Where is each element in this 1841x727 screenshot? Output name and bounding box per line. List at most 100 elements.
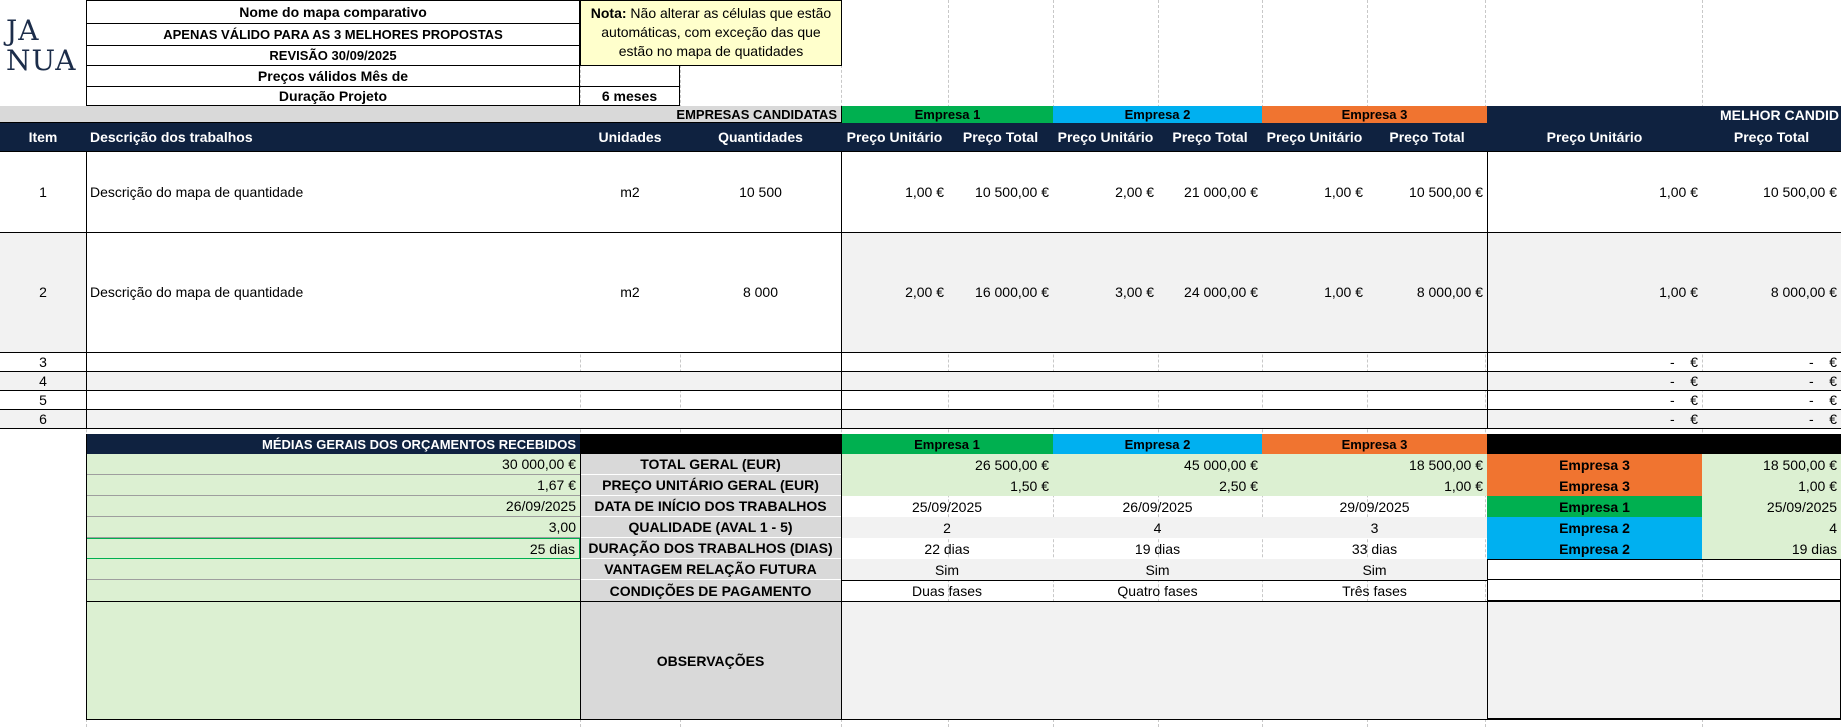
best-quality-value: 4 <box>1702 517 1841 538</box>
observations-best-area[interactable] <box>1487 601 1841 719</box>
c2-quality[interactable]: 4 <box>1053 517 1262 538</box>
best-quality-company: Empresa 2 <box>1487 517 1702 538</box>
prices-valid-label: Preços válidos Mês de <box>86 66 580 87</box>
observations-label: OBSERVAÇÕES <box>580 601 841 719</box>
observations-average-area[interactable] <box>86 601 580 719</box>
col-c3-unit-price: Preço Unitário <box>1262 123 1367 151</box>
best-total-company: Empresa 3 <box>1487 454 1702 475</box>
label-future-advantage: VANTAGEM RELAÇÃO FUTURA <box>580 559 841 580</box>
row-6-item: 6 <box>39 410 47 427</box>
row-1-units[interactable]: m2 <box>580 151 680 232</box>
row-4-best-unit: - € <box>1669 372 1698 389</box>
best-total-value: 18 500,00 € <box>1702 454 1841 475</box>
candidates-band: EMPRESAS CANDIDATAS <box>0 106 841 123</box>
row-4-item: 4 <box>39 372 47 389</box>
c1-quality[interactable]: 2 <box>841 517 1053 538</box>
c1-start-date[interactable]: 25/09/2025 <box>841 496 1053 517</box>
row-6-best-unit: - € <box>1669 410 1698 427</box>
row-1-c3-unit[interactable]: 1,00 € <box>1262 151 1367 232</box>
col-units: Unidades <box>580 123 680 151</box>
row-1-c3-total: 10 500,00 € <box>1409 183 1483 200</box>
row-6-best-total: - € <box>1808 410 1837 427</box>
row-2-c2-unit[interactable]: 3,00 € <box>1053 232 1158 352</box>
row-1-quantity[interactable]: 10 500 <box>680 151 841 232</box>
label-payment-conditions: CONDIÇÕES DE PAGAMENTO <box>580 580 841 601</box>
best-unit-price-company: Empresa 3 <box>1487 475 1702 496</box>
avg-payment-conditions <box>86 580 580 601</box>
band-company-2: Empresa 2 <box>1053 106 1262 123</box>
januaa-logo: JA NUA <box>6 16 78 80</box>
map-title: Nome do mapa comparativo <box>86 0 580 24</box>
row-2-quantity[interactable]: 8 000 <box>680 232 841 352</box>
row-2-item: 2 <box>39 284 47 300</box>
row-2-c1-unit[interactable]: 2,00 € <box>841 232 948 352</box>
c2-start-date[interactable]: 26/09/2025 <box>1053 496 1262 517</box>
best-payment-conditions <box>1487 580 1841 601</box>
label-duration: DURAÇÃO DOS TRABALHOS (DIAS) <box>580 538 841 559</box>
row-5-best-unit: - € <box>1669 391 1698 408</box>
c1-duration[interactable]: 22 dias <box>841 538 1053 559</box>
c3-quality[interactable]: 3 <box>1262 517 1487 538</box>
best-unit-price-value: 1,00 € <box>1702 475 1841 496</box>
row-2-best-total: 8 000,00 € <box>1770 284 1837 300</box>
prices-valid-month-input[interactable] <box>580 66 680 87</box>
c2-total: 45 000,00 € <box>1053 454 1262 475</box>
c3-duration[interactable]: 33 dias <box>1262 538 1487 559</box>
c2-unit-price: 2,50 € <box>1053 475 1262 496</box>
row-5-best-total: - € <box>1808 391 1837 408</box>
row-3-best-total: - € <box>1808 353 1837 370</box>
best-duration-value: 19 dias <box>1702 538 1841 559</box>
avg-quality: 3,00 <box>86 517 580 538</box>
c3-start-date[interactable]: 29/09/2025 <box>1262 496 1487 517</box>
col-c2-unit-price: Preço Unitário <box>1053 123 1158 151</box>
col-c3-total-price: Preço Total <box>1367 123 1487 151</box>
row-1-description[interactable]: Descrição do mapa de quantidade <box>86 151 580 232</box>
band-company-3: Empresa 3 <box>1262 106 1487 123</box>
best-start-date-value: 25/09/2025 <box>1702 496 1841 517</box>
logo-line-2: NUA <box>6 44 77 77</box>
col-item: Item <box>0 123 86 151</box>
label-unit-price: PREÇO UNITÁRIO GERAL (EUR) <box>580 475 841 496</box>
row-2-units[interactable]: m2 <box>580 232 680 352</box>
row-1-c2-unit[interactable]: 2,00 € <box>1053 151 1158 232</box>
label-quality: QUALIDADE (AVAL 1 - 5) <box>580 517 841 538</box>
col-description: Descrição dos trabalhos <box>86 123 580 151</box>
row-1-item: 1 <box>39 183 47 200</box>
row-1-best-total: 10 500,00 € <box>1763 183 1837 200</box>
valid-proposals-subtitle: APENAS VÁLIDO PARA AS 3 MELHORES PROPOST… <box>86 24 580 46</box>
best-start-date-company: Empresa 1 <box>1487 496 1702 517</box>
summary-header-black <box>580 434 841 454</box>
c1-unit-price: 1,50 € <box>841 475 1053 496</box>
summary-company-3: Empresa 3 <box>1262 434 1487 454</box>
col-c2-total-price: Preço Total <box>1158 123 1262 151</box>
c1-payment-conditions[interactable]: Duas fases <box>841 580 1053 601</box>
row-3-best-unit: - € <box>1669 353 1698 370</box>
summary-best-black <box>1487 434 1702 454</box>
c3-future-advantage[interactable]: Sim <box>1262 559 1487 580</box>
c2-future-advantage[interactable]: Sim <box>1053 559 1262 580</box>
avg-duration[interactable]: 25 dias <box>86 538 580 559</box>
row-2-description[interactable]: Descrição do mapa de quantidade <box>86 232 580 352</box>
best-duration-company: Empresa 2 <box>1487 538 1702 559</box>
row-2-c3-total: 8 000,00 € <box>1416 284 1483 300</box>
best-future-advantage <box>1487 559 1841 580</box>
observations-companies-area[interactable] <box>841 601 1487 719</box>
note-bold: Nota: <box>590 5 627 21</box>
c1-future-advantage[interactable]: Sim <box>841 559 1053 580</box>
row-1-c1-total: 10 500,00 € <box>975 183 1049 200</box>
c2-payment-conditions[interactable]: Quatro fases <box>1053 580 1262 601</box>
row-4-best-total: - € <box>1808 372 1837 389</box>
row-1-best-unit: 1,00 € <box>1659 183 1698 200</box>
c3-total: 18 500,00 € <box>1262 454 1487 475</box>
c2-duration[interactable]: 19 dias <box>1053 538 1262 559</box>
avg-unit-price: 1,67 € <box>86 475 580 496</box>
col-best-unit-price: Preço Unitário <box>1487 123 1702 151</box>
note-text: Não alterar as células que estão automát… <box>601 5 832 59</box>
row-2-c3-unit[interactable]: 1,00 € <box>1262 232 1367 352</box>
c3-payment-conditions[interactable]: Três fases <box>1262 580 1487 601</box>
duration-value[interactable]: 6 meses <box>580 87 680 106</box>
row-1-c2-total: 21 000,00 € <box>1184 183 1258 200</box>
row-1-c1-unit[interactable]: 1,00 € <box>841 151 948 232</box>
summary-company-2: Empresa 2 <box>1053 434 1262 454</box>
band-best-candidate: MELHOR CANDID <box>1702 106 1841 123</box>
